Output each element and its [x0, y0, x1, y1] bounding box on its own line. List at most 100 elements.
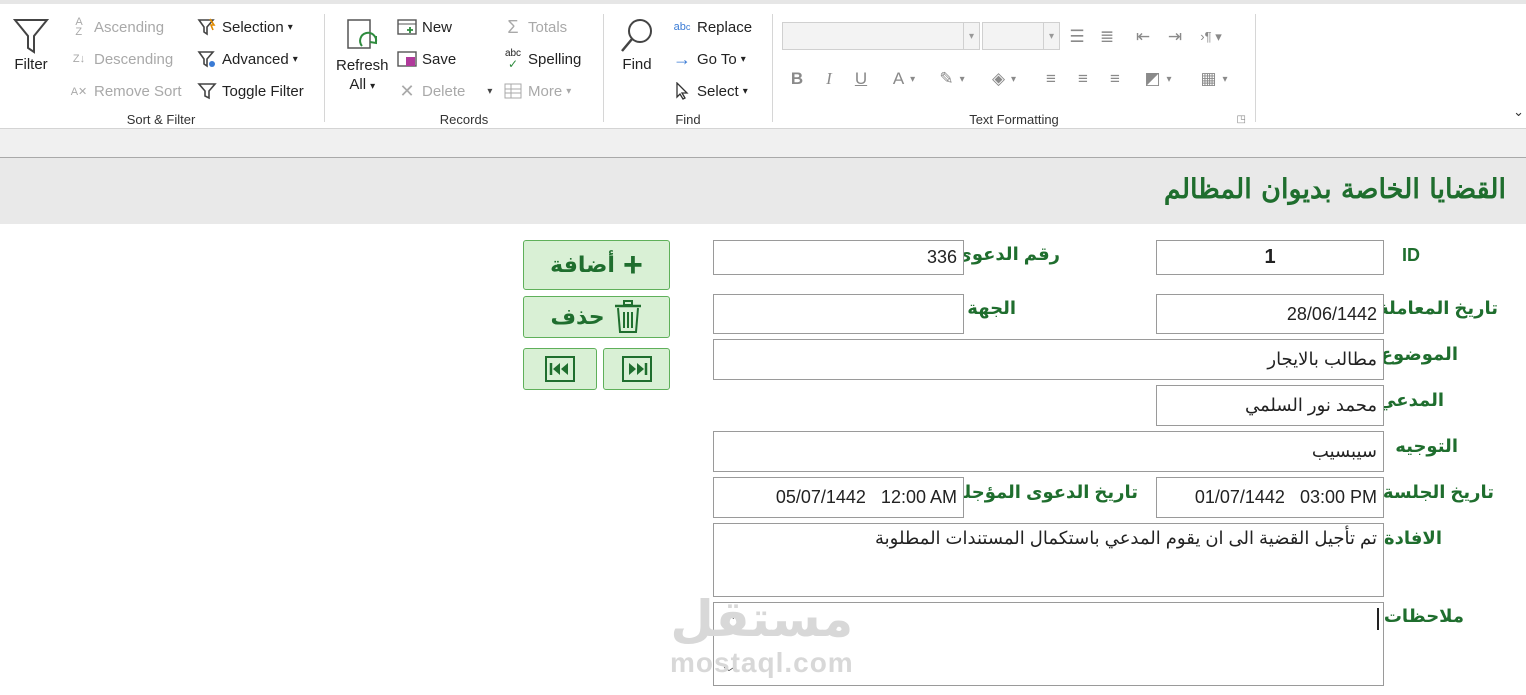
collapse-ribbon-chevron-icon[interactable]: ⌄ [1513, 104, 1524, 120]
session-date-field[interactable]: 01/07/1442 03:00 PM [1156, 477, 1384, 518]
align-right-icon[interactable]: ≡ [1102, 66, 1128, 92]
numbered-list-icon[interactable]: ≣ [1094, 24, 1120, 50]
records-group: Refresh All ▾ New Save ✕ Delete ▾ Σ Total… [326, 8, 602, 129]
increase-indent-icon[interactable]: ⇥ [1162, 24, 1188, 50]
refresh-all-button[interactable]: Refresh All ▾ [336, 16, 389, 96]
postponed-date-label: تاريخ الدعوى المؤجلة [953, 482, 1138, 502]
selection-filter-icon [196, 16, 218, 38]
select-label: Select [697, 82, 739, 100]
find-group-label: Find [675, 112, 701, 127]
chevron-down-icon: ▾ [740, 53, 746, 65]
refresh-all-label: All ▾ [349, 76, 376, 93]
case-number-label: رقم الدعوى [955, 244, 1060, 264]
spelling-check-icon: abc ✓ [504, 48, 522, 71]
align-center-icon[interactable]: ≡ [1070, 66, 1096, 92]
new-label: New [422, 18, 453, 36]
bullet-list-icon[interactable]: ☰ [1064, 24, 1090, 50]
chevron-down-icon: ▾ [1043, 23, 1059, 49]
highlight-color-icon[interactable]: ✎ ▾ [932, 66, 972, 92]
underline-button[interactable]: U [848, 66, 874, 92]
chevron-down-icon: ▾ [742, 85, 748, 97]
delete-record-button[interactable]: ✕ Delete ▾ [396, 78, 492, 104]
fill-color-icon[interactable]: ◈ ▾ [984, 66, 1024, 92]
font-color-icon[interactable]: A ▾ [884, 66, 924, 92]
sigma-icon: Σ [507, 16, 519, 37]
grid-icon [502, 80, 524, 102]
decrease-indent-icon[interactable]: ⇤ [1130, 24, 1156, 50]
notes-label: ملاحظات [1383, 606, 1464, 626]
descending-label: Descending [94, 50, 174, 68]
add-button[interactable]: أضافة + [523, 240, 670, 290]
sort-ascending-button[interactable]: AZ Ascending [68, 14, 164, 40]
toggle-filter-icon [196, 80, 218, 102]
advanced-filter-button[interactable]: Advanced ▾ [196, 46, 298, 72]
filter-icon [12, 19, 50, 54]
sort-descending-button[interactable]: Z↓ Descending [68, 46, 173, 72]
first-record-button[interactable] [523, 348, 597, 390]
subject-field[interactable]: مطالب بالايجار [713, 339, 1384, 380]
id-field[interactable]: 1 [1156, 240, 1384, 275]
toggle-filter-button[interactable]: Toggle Filter [196, 78, 304, 104]
filter-label: Filter [14, 56, 48, 73]
replace-icon: ab c [673, 21, 691, 33]
new-record-button[interactable]: New [396, 14, 452, 40]
find-group: Find ab c Replace → Go To ▾ Select ▾ Find [605, 8, 771, 129]
statement-label: الافادة [1384, 528, 1442, 548]
save-label: Save [422, 50, 457, 68]
bold-button[interactable]: B [784, 66, 810, 92]
select-button[interactable]: Select ▾ [671, 78, 748, 104]
case-number-field[interactable]: 336 [713, 240, 964, 275]
align-left-icon[interactable]: ≡ [1038, 66, 1064, 92]
remove-sort-icon: A✕ [70, 85, 88, 98]
text-formatting-group-label: Text Formatting [969, 112, 1059, 127]
last-record-button[interactable] [603, 348, 670, 390]
delete-button[interactable]: حذف [523, 296, 670, 338]
text-formatting-group: ▾ ▾ ☰ ≣ ⇤ ⇥ ›¶ ▾ B I U A ▾ ✎ ▾ ◈ ▾ ≡ ≡ ≡ ◩ ▾… [774, 8, 1254, 129]
remove-sort-button[interactable]: A✕ Remove Sort [68, 78, 182, 104]
chevron-down-icon: ▾ [487, 85, 493, 97]
font-name-dropdown[interactable]: ▾ [782, 22, 980, 50]
totals-button[interactable]: Σ Totals [502, 14, 567, 40]
find-button[interactable]: Find [617, 16, 657, 73]
direction-label: التوجيه [1395, 436, 1458, 456]
sort-filter-group-label: Sort & Filter [126, 112, 196, 127]
gridlines-icon[interactable]: ▦ ▾ [1194, 66, 1234, 92]
delete-button-label: حذف [550, 304, 605, 329]
replace-label: Replace [697, 18, 753, 36]
goto-button[interactable]: → Go To ▾ [671, 46, 746, 72]
toggle-filter-label: Toggle Filter [222, 82, 304, 100]
plaintiff-field[interactable]: محمد نور السلمي [1156, 385, 1384, 426]
add-button-label: أضافة [550, 252, 615, 277]
paragraph-direction-icon[interactable]: ›¶ ▾ [1198, 24, 1224, 50]
entity-field[interactable] [713, 294, 964, 334]
statement-field[interactable]: تم تأجيل القضية الى ان يقوم المدعي باستك… [713, 523, 1384, 597]
spelling-label: Spelling [528, 50, 582, 68]
new-record-icon [396, 16, 418, 38]
ascending-label: Ascending [94, 18, 165, 36]
group-divider [1255, 14, 1256, 122]
selection-label: Selection [222, 18, 284, 36]
font-size-dropdown[interactable]: ▾ [982, 22, 1060, 50]
save-record-button[interactable]: Save [396, 46, 456, 72]
id-label: ID [1402, 245, 1420, 265]
plaintiff-label: المدعي [1378, 390, 1444, 410]
group-divider [772, 14, 773, 122]
subject-label: الموضوع [1380, 344, 1458, 364]
selection-button[interactable]: Selection ▾ [196, 14, 293, 40]
watermark-latin: mostaql.com [670, 647, 854, 678]
transaction-date-field[interactable]: 28/06/1442 [1156, 294, 1384, 334]
direction-field[interactable]: سيبسيب [713, 431, 1384, 472]
more-button[interactable]: More ▾ [502, 78, 571, 104]
italic-button[interactable]: I [816, 66, 842, 92]
remove-sort-label: Remove Sort [94, 82, 182, 100]
spelling-button[interactable]: abc ✓ Spelling [502, 46, 581, 72]
chevron-down-icon: ▾ [287, 21, 293, 33]
sort-ascending-icon: AZ [75, 16, 83, 38]
dialog-launcher-icon[interactable]: ◳ [1237, 114, 1246, 125]
replace-button[interactable]: ab c Replace [671, 14, 752, 40]
totals-label: Totals [528, 18, 568, 36]
filter-button[interactable]: Filter [12, 16, 50, 73]
background-image-icon[interactable]: ◩ ▾ [1138, 66, 1178, 92]
form-top-strip [0, 129, 1526, 158]
postponed-date-field[interactable]: 05/07/1442 12:00 AM [713, 477, 964, 518]
